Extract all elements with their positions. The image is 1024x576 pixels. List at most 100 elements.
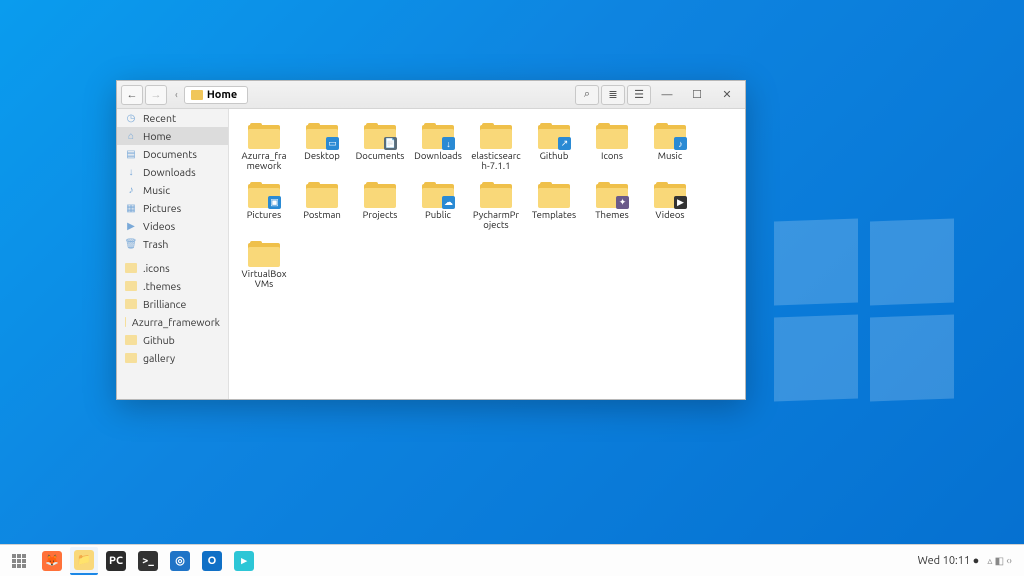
file-item-virtualbox-vms[interactable]: VirtualBox VMs bbox=[237, 239, 291, 292]
system-tray[interactable]: Wed 10:11 ● ▵ ◧ ‹› bbox=[918, 555, 1018, 567]
hamburger-icon: ☰ bbox=[634, 88, 644, 101]
file-label: Downloads bbox=[414, 151, 462, 161]
taskbar-app-pycharm[interactable]: PC bbox=[102, 547, 130, 575]
sidebar-item-pictures[interactable]: ▦Pictures bbox=[117, 199, 228, 217]
sidebar-item-label: gallery bbox=[143, 352, 175, 364]
file-label: Videos bbox=[655, 210, 684, 220]
search-button[interactable]: ⌕ bbox=[575, 85, 599, 105]
sidebar-item-azurra-framework[interactable]: Azurra_framework bbox=[117, 313, 228, 331]
close-button[interactable]: ✕ bbox=[713, 85, 741, 105]
minimize-icon: — bbox=[662, 89, 673, 101]
file-label: PycharmProjects bbox=[471, 210, 521, 231]
video-icon: ▶ bbox=[125, 220, 137, 232]
file-manager-window: ← → ‹ Home ⌕ ≣ ☰ — ☐ ✕ ◷Recent⌂Home▤Docu bbox=[116, 80, 746, 400]
file-item-desktop[interactable]: ▭Desktop bbox=[295, 121, 349, 174]
folder-icon: ▣ bbox=[248, 182, 280, 208]
taskbar-app-music[interactable]: ▸ bbox=[230, 547, 258, 575]
sidebar-item-videos[interactable]: ▶ Videos bbox=[117, 217, 228, 235]
app-launcher-button[interactable] bbox=[6, 548, 32, 574]
sidebar-item-brilliance[interactable]: Brilliance bbox=[117, 295, 228, 313]
theme-overlay-icon: ✦ bbox=[616, 196, 629, 209]
sidebar-item-gallery[interactable]: gallery bbox=[117, 349, 228, 367]
folder-icon bbox=[306, 182, 338, 208]
taskbar-app-terminal[interactable]: >_ bbox=[134, 547, 162, 575]
minimize-button[interactable]: — bbox=[653, 85, 681, 105]
file-item-downloads[interactable]: ↓Downloads bbox=[411, 121, 465, 174]
file-item-music[interactable]: ♪Music bbox=[643, 121, 697, 174]
folder-icon: ♪ bbox=[654, 123, 686, 149]
sidebar-item-label: Home bbox=[143, 130, 171, 142]
sidebar-item-label: .icons bbox=[143, 262, 170, 274]
folder-icon: ✦ bbox=[596, 182, 628, 208]
trash-icon: 🗑 bbox=[125, 238, 137, 250]
music-icon: ▸ bbox=[234, 551, 254, 571]
file-item-pictures[interactable]: ▣Pictures bbox=[237, 180, 291, 233]
file-item-pycharmprojects[interactable]: PycharmProjects bbox=[469, 180, 523, 233]
sidebar-item-label: Videos bbox=[143, 220, 175, 232]
file-item-themes[interactable]: ✦Themes bbox=[585, 180, 639, 233]
taskbar-app-files[interactable]: 📁 bbox=[70, 547, 98, 575]
file-label: Icons bbox=[601, 151, 623, 161]
sidebar-item--icons[interactable]: .icons bbox=[117, 259, 228, 277]
pycharm-icon: PC bbox=[106, 551, 126, 571]
sidebar-item-label: Downloads bbox=[143, 166, 196, 178]
file-item-elasticsearch-7-1-1[interactable]: elasticsearch-7.1.1 bbox=[469, 121, 523, 174]
nav-back-button[interactable]: ← bbox=[121, 85, 143, 105]
folder-icon: ▶ bbox=[654, 182, 686, 208]
file-label: Projects bbox=[363, 210, 398, 220]
sidebar: ◷Recent ⌂ Home ▤Documents↓Downloads♪Music▦P… bbox=[117, 109, 229, 399]
bookmark-icon bbox=[125, 299, 137, 309]
file-item-videos[interactable]: ▶ Videos bbox=[643, 180, 697, 233]
sidebar-item-label: Brilliance bbox=[143, 298, 186, 310]
sidebar-item-recent[interactable]: ◷Recent bbox=[117, 109, 228, 127]
settings-icon: ◎ bbox=[170, 551, 190, 571]
firefox-icon: 🦊 bbox=[42, 551, 62, 571]
sidebar-item-trash[interactable]: 🗑Trash bbox=[117, 235, 228, 253]
folder-icon bbox=[248, 123, 280, 149]
folder-icon bbox=[538, 182, 570, 208]
taskbar-app-firefox[interactable]: 🦊 bbox=[38, 547, 66, 575]
menu-button[interactable]: ☰ bbox=[627, 85, 651, 105]
folder-icon bbox=[480, 182, 512, 208]
file-item-templates[interactable]: Templates bbox=[527, 180, 581, 233]
sidebar-item-music[interactable]: ♪Music bbox=[117, 181, 228, 199]
file-item-projects[interactable]: Projects bbox=[353, 180, 407, 233]
file-label: Public bbox=[425, 210, 451, 220]
home-icon: ⌂ bbox=[125, 130, 137, 142]
public-overlay-icon: ☁ bbox=[442, 196, 455, 209]
nav-forward-button[interactable]: → bbox=[145, 85, 167, 105]
folder-icon: ↗ bbox=[538, 123, 570, 149]
file-item-public[interactable]: ☁Public bbox=[411, 180, 465, 233]
tray-indicator-icons: ▵ ◧ ‹› bbox=[987, 555, 1012, 567]
outlook-icon: O bbox=[202, 551, 222, 571]
file-item-documents[interactable]: 📄Documents bbox=[353, 121, 407, 174]
taskbar-app-settings[interactable]: ◎ bbox=[166, 547, 194, 575]
file-label: Desktop bbox=[304, 151, 340, 161]
list-icon: ≣ bbox=[608, 88, 617, 101]
bookmark-icon bbox=[125, 317, 126, 327]
picture-overlay-icon: ▣ bbox=[268, 196, 281, 209]
sidebar-item-downloads[interactable]: ↓Downloads bbox=[117, 163, 228, 181]
sidebar-item-label: Pictures bbox=[143, 202, 181, 214]
search-icon: ⌕ bbox=[584, 88, 590, 101]
music-overlay-icon: ♪ bbox=[674, 137, 687, 150]
sidebar-item-documents[interactable]: ▤Documents bbox=[117, 145, 228, 163]
sidebar-item-github[interactable]: Github bbox=[117, 331, 228, 349]
sidebar-item-home[interactable]: ⌂ Home bbox=[117, 127, 228, 145]
sidebar-item--themes[interactable]: .themes bbox=[117, 277, 228, 295]
maximize-button[interactable]: ☐ bbox=[683, 85, 711, 105]
path-separator-icon: ‹ bbox=[175, 89, 178, 100]
bookmark-icon bbox=[125, 281, 137, 291]
taskbar-app-outlook[interactable]: O bbox=[198, 547, 226, 575]
list-view-button[interactable]: ≣ bbox=[601, 85, 625, 105]
file-item-icons[interactable]: Icons bbox=[585, 121, 639, 174]
file-label: Documents bbox=[356, 151, 405, 161]
file-item-postman[interactable]: Postman bbox=[295, 180, 349, 233]
clock-icon: ◷ bbox=[125, 112, 137, 124]
file-label: Pictures bbox=[247, 210, 282, 220]
folder-icon bbox=[596, 123, 628, 149]
file-item-azurra-framework[interactable]: Azurra_framework bbox=[237, 121, 291, 174]
path-bar[interactable]: Home bbox=[184, 86, 248, 104]
document-icon: ▤ bbox=[125, 148, 137, 160]
file-item-github[interactable]: ↗Github bbox=[527, 121, 581, 174]
